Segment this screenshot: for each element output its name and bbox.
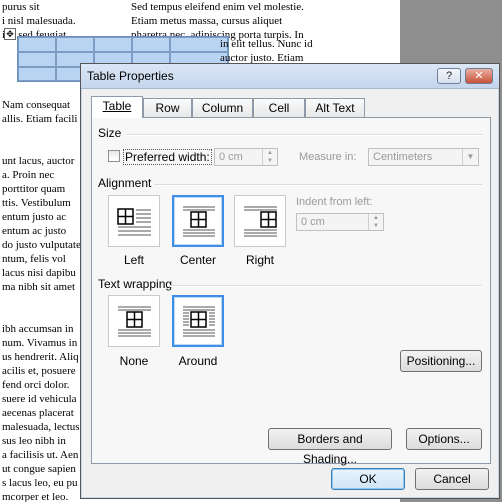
document-line: acilis et, posuere <box>2 365 76 377</box>
wrap-around-icon <box>183 306 215 337</box>
cancel-button[interactable]: Cancel <box>415 468 489 490</box>
close-button[interactable]: ✕ <box>465 68 493 84</box>
document-line: suere id vehicula <box>2 393 77 405</box>
document-line: porttitor quam <box>2 183 66 195</box>
tab-column[interactable]: Column <box>192 98 253 117</box>
document-line: ma nibh sit amet <box>2 281 76 293</box>
preferred-width-value: 0 cm <box>219 151 243 163</box>
document-line: in elit tellus. Nunc id <box>220 38 313 50</box>
preferred-width-label: Preferred width: <box>123 149 212 165</box>
document-line: lacus nisi dapibu <box>2 267 76 279</box>
alignment-section-label: Alignment <box>98 176 152 190</box>
document-line: sus leo nibh in <box>2 435 66 447</box>
positioning-button[interactable]: Positioning... <box>400 350 482 372</box>
table-cell[interactable] <box>132 37 170 52</box>
table-cell[interactable] <box>18 52 56 67</box>
document-line: a facilisis ut. Aen <box>2 449 79 461</box>
document-line: malesuada, lectus <box>2 421 80 433</box>
dialog-titlebar[interactable]: Table Properties ? ✕ <box>81 64 499 89</box>
document-line: us hendrerit. Aliq <box>2 351 79 363</box>
align-left-icon <box>117 208 151 236</box>
document-line: a. Proin nec <box>2 169 55 181</box>
measure-in-dropdown[interactable]: Centimeters ▼ <box>368 148 479 166</box>
table-move-handle-icon[interactable]: ✥ <box>4 28 16 40</box>
table-cell[interactable] <box>94 37 132 52</box>
tab-table[interactable]: Table <box>91 96 143 118</box>
align-right-option[interactable] <box>234 195 286 247</box>
spin-down-icon[interactable]: ▼ <box>369 222 383 230</box>
table-tab-panel: Size Preferred width: 0 cm ▲ ▼ Measure in… <box>91 117 491 466</box>
spin-up-icon[interactable]: ▲ <box>369 214 383 222</box>
measure-in-label: Measure in: <box>299 151 357 163</box>
table-cell[interactable] <box>18 37 56 52</box>
options-button[interactable]: Options... <box>406 428 482 450</box>
tab-table-label: Table <box>102 99 132 113</box>
text-wrapping-section-label: Text wrapping <box>98 277 173 291</box>
document-line: purus sit <box>2 1 40 13</box>
tab-alt-text[interactable]: Alt Text <box>305 98 365 117</box>
document-line: allis. Etiam facili <box>2 113 78 125</box>
document-line: Nam consequat <box>2 99 71 111</box>
document-line: ut congue sapien <box>2 463 76 475</box>
dialog-title: Table Properties <box>87 69 174 83</box>
spinner-arrows[interactable]: ▲ ▼ <box>262 149 277 165</box>
text-wrapping-separator <box>170 285 482 287</box>
wrap-none-icon <box>118 306 151 337</box>
align-right-icon <box>244 206 277 237</box>
align-right-label: Right <box>245 253 274 267</box>
spin-up-icon[interactable]: ▲ <box>263 149 277 157</box>
document-line: Sed tempus eleifend enim vel molestie. <box>131 1 304 13</box>
document-line: aecenas placerat <box>2 407 74 419</box>
align-left-label: Left <box>123 253 144 267</box>
document-line: mcorper et leo. <box>2 491 69 502</box>
align-center-option[interactable] <box>172 195 224 247</box>
table-properties-dialog: Table Properties ? ✕ Table Row Column Ce… <box>80 63 500 499</box>
tab-strip: Table Row Column Cell Alt Text <box>91 96 491 118</box>
size-separator <box>126 134 482 136</box>
align-center-label: Center <box>179 253 217 267</box>
wrap-none-label: None <box>119 354 149 368</box>
preferred-width-spinner[interactable]: 0 cm ▲ ▼ <box>214 148 278 166</box>
wrap-none-option[interactable] <box>108 295 160 347</box>
document-line: num. Vivamus in <box>2 337 78 349</box>
document-line: ntum, felis vol <box>2 253 66 265</box>
document-line: entum ac justo <box>2 225 67 237</box>
align-left-option[interactable] <box>108 195 160 247</box>
preferred-width-checkbox[interactable] <box>108 150 120 162</box>
ok-button[interactable]: OK <box>331 468 405 490</box>
document-line: ibh accumsan in <box>2 323 74 335</box>
measure-in-value: Centimeters <box>373 151 433 163</box>
wrap-around-option[interactable] <box>172 295 224 347</box>
table-cell[interactable] <box>56 37 94 52</box>
tab-row[interactable]: Row <box>143 98 192 117</box>
document-line: unt lacus, auctor <box>2 155 75 167</box>
indent-from-left-spinner[interactable]: 0 cm ▲ ▼ <box>296 213 384 231</box>
table-side-text: in elit tellus. Nunc id auctor justo. Eti… <box>220 37 313 65</box>
document-line: i nisl malesuada. <box>2 15 76 27</box>
wrap-around-label: Around <box>178 354 218 368</box>
document-line: fend orci dolor. <box>2 379 70 391</box>
help-button[interactable]: ? <box>437 68 461 84</box>
indent-from-left-value: 0 cm <box>301 216 325 228</box>
document-line: Etiam metus massa, cursus aliquet <box>131 15 283 27</box>
table-cell[interactable] <box>18 67 56 81</box>
align-center-icon <box>183 206 215 237</box>
document-line: entum justo ac <box>2 211 67 223</box>
spin-down-icon[interactable]: ▼ <box>263 157 277 165</box>
chevron-down-icon[interactable]: ▼ <box>462 149 478 165</box>
alignment-separator <box>154 184 482 186</box>
indent-from-left-label: Indent from left: <box>296 196 373 208</box>
document-line: ttis. Vestibulum <box>2 197 71 209</box>
spinner-arrows[interactable]: ▲ ▼ <box>368 214 383 230</box>
tab-cell[interactable]: Cell <box>253 98 305 117</box>
borders-and-shading-button[interactable]: Borders and Shading... <box>268 428 392 466</box>
size-section-label: Size <box>98 126 122 140</box>
document-line: s lacus leo, eu pu <box>2 477 78 489</box>
document-line: do justo vulputate <box>2 239 81 251</box>
